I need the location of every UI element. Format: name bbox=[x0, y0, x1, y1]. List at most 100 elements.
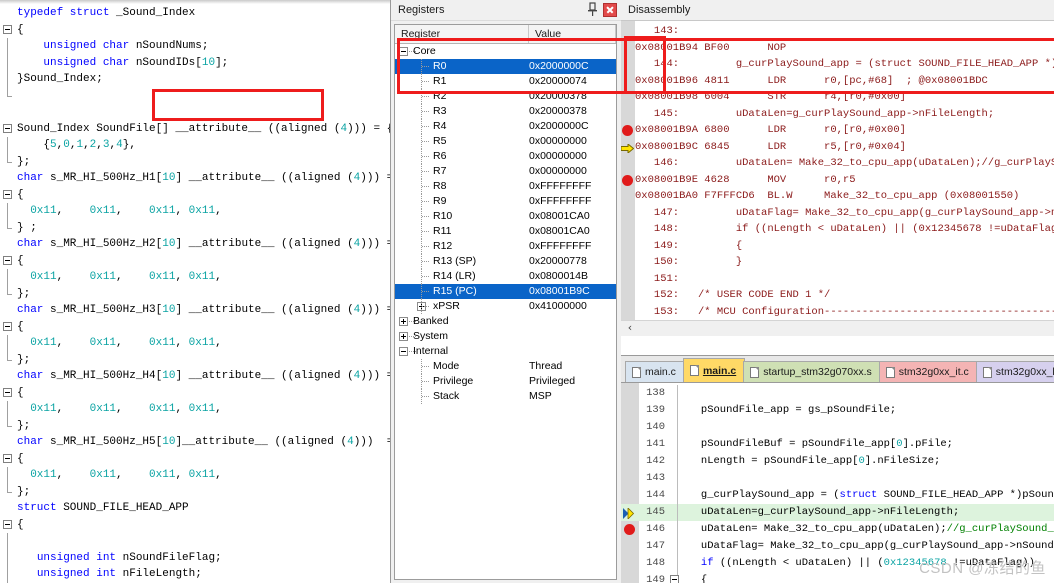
line-gutter[interactable] bbox=[0, 401, 17, 418]
line-gutter[interactable] bbox=[0, 22, 17, 39]
disassembly-line[interactable]: 0x08001B96 4811 LDR r0,[pc,#68] ; @0x080… bbox=[621, 73, 1054, 90]
register-row[interactable]: Core bbox=[395, 44, 616, 59]
line-gutter[interactable] bbox=[0, 417, 17, 435]
code-line[interactable]: 146 uDataLen= Make_32_to_cpu_app(uDataLe… bbox=[621, 521, 1054, 538]
line-gutter[interactable] bbox=[0, 187, 17, 204]
bottom-gutter-mark[interactable] bbox=[621, 487, 639, 504]
close-icon[interactable] bbox=[603, 2, 617, 17]
code-line[interactable]: char s_MR_HI_500Hz_H3[10] __attribute__ … bbox=[0, 302, 390, 319]
code-line[interactable]: 145 uDataLen=g_curPlaySound_app->nFileLe… bbox=[621, 504, 1054, 521]
bottom-gutter-mark[interactable] bbox=[621, 436, 639, 453]
code-line[interactable]: { bbox=[0, 253, 390, 270]
disassembly-gutter-mark[interactable] bbox=[621, 122, 635, 139]
editor-tab[interactable]: stm32g0xx_it.c bbox=[878, 361, 978, 382]
disassembly-line[interactable]: 148: if ((nLength < uDataLen) || (0x1234… bbox=[621, 221, 1054, 238]
code-line[interactable]: { bbox=[0, 517, 390, 534]
bottom-gutter-mark[interactable] bbox=[621, 572, 639, 583]
code-line[interactable]: char s_MR_HI_500Hz_H2[10] __attribute__ … bbox=[0, 236, 390, 253]
fold-collapse-icon[interactable] bbox=[3, 25, 12, 34]
disassembly-line[interactable]: 153: /* MCU Configuration---------------… bbox=[621, 304, 1054, 321]
code-line[interactable]: 138 bbox=[621, 385, 1054, 402]
fold-region[interactable] bbox=[669, 470, 681, 487]
disassembly-line[interactable]: 0x08001B9C 6845 LDR r5,[r0,#0x04] bbox=[621, 139, 1054, 156]
disassembly-hscrollbar[interactable]: ‹ bbox=[621, 320, 1054, 336]
register-row[interactable]: Mode Thread bbox=[395, 359, 616, 374]
line-gutter[interactable] bbox=[0, 467, 17, 484]
line-gutter[interactable] bbox=[0, 253, 17, 270]
code-line[interactable]: {5,0,1,2,3,4}, bbox=[0, 137, 390, 154]
code-line[interactable]: 142 nLength = pSoundFile_app[0].nFileSiz… bbox=[621, 453, 1054, 470]
code-line[interactable]: 144 g_curPlaySound_app = (struct SOUND_F… bbox=[621, 487, 1054, 504]
line-gutter[interactable] bbox=[0, 335, 17, 352]
disassembly-gutter-mark[interactable] bbox=[621, 287, 635, 304]
code-line[interactable]: { bbox=[0, 22, 390, 39]
disassembly-line[interactable]: 0x08001B9A 6800 LDR r0,[r0,#0x00] bbox=[621, 122, 1054, 139]
bottom-gutter-mark[interactable] bbox=[621, 419, 639, 436]
register-row[interactable]: R4 0x2000000C bbox=[395, 119, 616, 134]
bottom-editor-pane[interactable]: main.c main.c startup_stm32g070xx.s stm32g0… bbox=[621, 355, 1054, 583]
disassembly-line[interactable]: 143: bbox=[621, 23, 1054, 40]
line-gutter[interactable] bbox=[0, 483, 17, 501]
bottom-gutter-mark[interactable] bbox=[621, 504, 639, 521]
disassembly-body[interactable]: 143: 0x08001B94 BF00 NOP 144: g_curPlaySo… bbox=[621, 20, 1054, 336]
registers-table[interactable]: Register Value Core R0 0x2000000C R1 0x20000… bbox=[394, 24, 617, 580]
fold-collapse-icon[interactable] bbox=[3, 256, 12, 265]
register-row[interactable]: R9 0xFFFFFFFF bbox=[395, 194, 616, 209]
register-row[interactable]: R6 0x00000000 bbox=[395, 149, 616, 164]
line-gutter[interactable] bbox=[0, 451, 17, 468]
code-line[interactable]: typedef struct _Sound_Index bbox=[0, 5, 390, 22]
line-gutter[interactable] bbox=[0, 71, 17, 88]
line-gutter[interactable] bbox=[0, 54, 17, 71]
code-line[interactable]: 147 uDataFlag= Make_32_to_cpu_app(g_curP… bbox=[621, 538, 1054, 555]
bottom-gutter-mark[interactable] bbox=[621, 555, 639, 572]
register-row[interactable]: R13 (SP) 0x20000778 bbox=[395, 254, 616, 269]
code-line[interactable]: Sound_Index SoundFile[] __attribute__ ((… bbox=[0, 121, 390, 138]
disassembly-line[interactable]: 151: bbox=[621, 271, 1054, 288]
editor-tab-strip[interactable]: main.c main.c startup_stm32g070xx.s stm32g0… bbox=[621, 356, 1054, 383]
bottom-editor-rows[interactable]: 138 139 pSoundFile_app = gs_pSoundFile; 14… bbox=[621, 385, 1054, 583]
tree-expand-icon[interactable] bbox=[399, 317, 408, 326]
disassembly-gutter-mark[interactable] bbox=[621, 271, 635, 288]
bottom-gutter-mark[interactable] bbox=[621, 470, 639, 487]
line-gutter[interactable] bbox=[0, 351, 17, 369]
line-gutter[interactable] bbox=[0, 219, 17, 237]
line-gutter[interactable] bbox=[0, 368, 17, 385]
fold-region[interactable] bbox=[669, 504, 681, 521]
code-line[interactable]: unsigned char nSoundIDs[10]; bbox=[0, 54, 390, 71]
line-gutter[interactable] bbox=[0, 153, 17, 171]
code-line[interactable]: struct SOUND_FILE_HEAD_APP bbox=[0, 500, 390, 517]
code-line[interactable]: char s_MR_HI_500Hz_H1[10] __attribute__ … bbox=[0, 170, 390, 187]
register-row[interactable]: R12 0xFFFFFFFF bbox=[395, 239, 616, 254]
line-gutter[interactable] bbox=[0, 104, 17, 121]
disassembly-gutter-mark[interactable] bbox=[621, 304, 635, 321]
register-row[interactable]: R10 0x08001CA0 bbox=[395, 209, 616, 224]
editor-tab[interactable]: stm32g0xx_hal.c bbox=[975, 361, 1054, 382]
disassembly-rows[interactable]: 143: 0x08001B94 BF00 NOP 144: g_curPlaySo… bbox=[621, 23, 1054, 336]
line-gutter[interactable] bbox=[0, 500, 17, 517]
disassembly-line[interactable]: 0x08001B98 6004 STR r4,[r0,#0x00] bbox=[621, 89, 1054, 106]
line-gutter[interactable] bbox=[0, 533, 17, 550]
bottom-gutter-mark[interactable] bbox=[621, 402, 639, 419]
disassembly-line[interactable]: 150: } bbox=[621, 254, 1054, 271]
disassembly-gutter-mark[interactable] bbox=[621, 172, 635, 189]
code-line[interactable]: unsigned int nFileLength; bbox=[0, 566, 390, 583]
editor-tab[interactable]: main.c bbox=[682, 358, 746, 382]
code-line[interactable]: 0x11, 0x11, 0x11, 0x11, bbox=[0, 401, 390, 418]
fold-collapse-icon[interactable] bbox=[3, 190, 12, 199]
disassembly-line[interactable]: 0x08001B94 BF00 NOP bbox=[621, 40, 1054, 57]
line-gutter[interactable] bbox=[0, 302, 17, 319]
code-line[interactable]: { bbox=[0, 451, 390, 468]
line-gutter[interactable] bbox=[0, 5, 17, 22]
register-row[interactable]: R11 0x08001CA0 bbox=[395, 224, 616, 239]
disassembly-line[interactable]: 152: /* USER CODE END 1 */ bbox=[621, 287, 1054, 304]
line-gutter[interactable] bbox=[0, 517, 17, 534]
fold-region[interactable] bbox=[669, 487, 681, 504]
editor-tab[interactable]: main.c bbox=[625, 361, 685, 382]
code-line[interactable]: }; bbox=[0, 285, 390, 303]
fold-region[interactable] bbox=[669, 453, 681, 470]
fold-collapse-icon[interactable] bbox=[670, 575, 679, 583]
editor-tab[interactable]: startup_stm32g070xx.s bbox=[743, 361, 881, 382]
scroll-left-icon[interactable]: ‹ bbox=[624, 322, 636, 334]
disassembly-gutter-mark[interactable] bbox=[621, 254, 635, 271]
disassembly-gutter-mark[interactable] bbox=[621, 155, 635, 172]
